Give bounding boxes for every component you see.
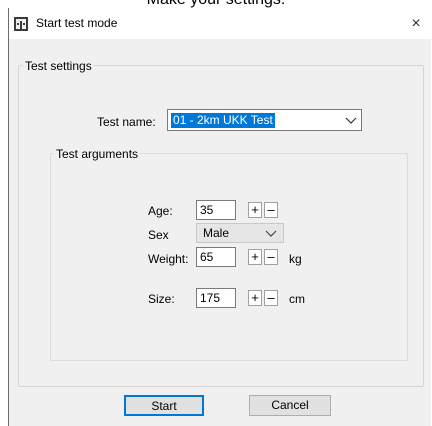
close-button[interactable]: × — [401, 8, 431, 39]
weight-increment-button[interactable]: + — [248, 249, 262, 265]
size-input[interactable]: 175 — [196, 288, 236, 308]
sex-value: Male — [203, 226, 230, 240]
chevron-down-icon — [265, 230, 277, 237]
sex-select[interactable]: Male — [196, 223, 284, 243]
test-name-label: Test name: — [97, 115, 156, 129]
start-button[interactable]: Start — [124, 395, 204, 416]
dialog-window: Start test mode × Test settings Test nam… — [8, 8, 431, 426]
size-decrement-button[interactable]: – — [264, 290, 278, 306]
weight-unit: kg — [289, 252, 302, 266]
age-input[interactable]: 35 — [196, 200, 236, 220]
sex-label: Sex — [148, 228, 169, 242]
size-unit: cm — [289, 292, 305, 306]
weight-input[interactable]: 65 — [196, 247, 236, 267]
test-arguments-label: Test arguments — [54, 147, 141, 161]
test-name-combobox[interactable]: 01 - 2km UKK Test — [167, 109, 362, 131]
weight-decrement-button[interactable]: – — [264, 249, 278, 265]
window-title: Start test mode — [36, 16, 118, 30]
test-name-value: 01 - 2km UKK Test — [171, 113, 275, 128]
test-settings-label: Test settings — [23, 59, 94, 73]
app-icon — [14, 17, 28, 31]
age-increment-button[interactable]: + — [248, 202, 262, 218]
close-icon: × — [411, 15, 421, 32]
cancel-button[interactable]: Cancel — [249, 395, 331, 416]
age-decrement-button[interactable]: – — [264, 202, 278, 218]
size-increment-button[interactable]: + — [248, 290, 262, 306]
weight-label: Weight: — [148, 252, 189, 266]
age-label: Age: — [148, 204, 173, 218]
size-label: Size: — [148, 292, 175, 306]
chevron-down-icon — [345, 117, 357, 124]
title-bar: Start test mode × — [9, 8, 431, 39]
